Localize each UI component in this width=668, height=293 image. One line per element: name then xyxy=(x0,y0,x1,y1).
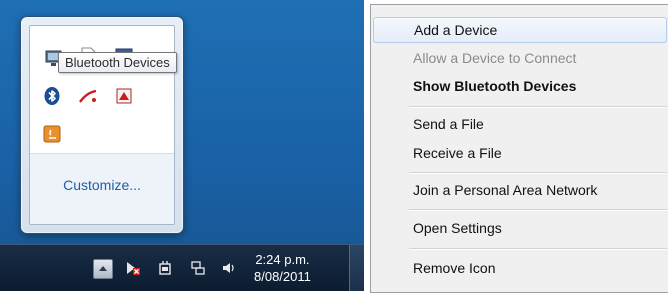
taskbar: 2:24 p.m. 8/08/2011 xyxy=(0,244,364,291)
menu-item-allow-device-to-connect: Allow a Device to Connect xyxy=(413,50,577,66)
clock-time: 2:24 p.m. xyxy=(255,252,310,267)
menu-separator xyxy=(409,172,667,174)
menu-item-join-pan[interactable]: Join a Personal Area Network xyxy=(373,177,667,203)
menu-item-receive-file[interactable]: Receive a File xyxy=(373,140,667,166)
bluetooth-icon[interactable] xyxy=(42,86,62,106)
system-clock[interactable]: 2:24 p.m. 8/08/2011 xyxy=(254,251,311,285)
power-icon[interactable] xyxy=(157,260,173,276)
clock-date: 8/08/2011 xyxy=(254,269,311,284)
menu-item-add-device[interactable]: Add a Device xyxy=(373,17,667,43)
menu-item-open-settings[interactable]: Open Settings xyxy=(373,215,667,241)
menu-separator xyxy=(409,209,667,211)
action-center-error-icon[interactable] xyxy=(125,260,141,276)
notification-overflow-flyout: Customize... xyxy=(20,16,184,234)
acrobat-icon[interactable] xyxy=(78,86,98,106)
customize-area: Customize... xyxy=(30,153,174,224)
customize-link[interactable]: Customize... xyxy=(30,177,174,193)
menu-separator xyxy=(409,106,667,108)
menu-item-remove-icon[interactable]: Remove Icon xyxy=(373,255,667,281)
java-icon[interactable] xyxy=(42,124,62,144)
menu-item-show-bluetooth-devices[interactable]: Show Bluetooth Devices xyxy=(373,73,667,99)
bluetooth-context-menu: Add a Device Allow a Device to Connect S… xyxy=(370,4,668,293)
show-hidden-icons-button[interactable] xyxy=(93,259,113,279)
chevron-up-icon xyxy=(99,266,107,271)
pdf-icon[interactable] xyxy=(114,86,134,106)
desktop-background: Customize... Bluetooth Devices 2:24 p.m.… xyxy=(0,0,364,291)
volume-icon[interactable] xyxy=(221,260,237,276)
network-icon[interactable] xyxy=(190,260,206,276)
menu-separator xyxy=(409,248,667,250)
show-desktop-button[interactable] xyxy=(349,245,364,291)
menu-item-send-file[interactable]: Send a File xyxy=(373,111,667,137)
bluetooth-tooltip: Bluetooth Devices xyxy=(58,52,177,73)
